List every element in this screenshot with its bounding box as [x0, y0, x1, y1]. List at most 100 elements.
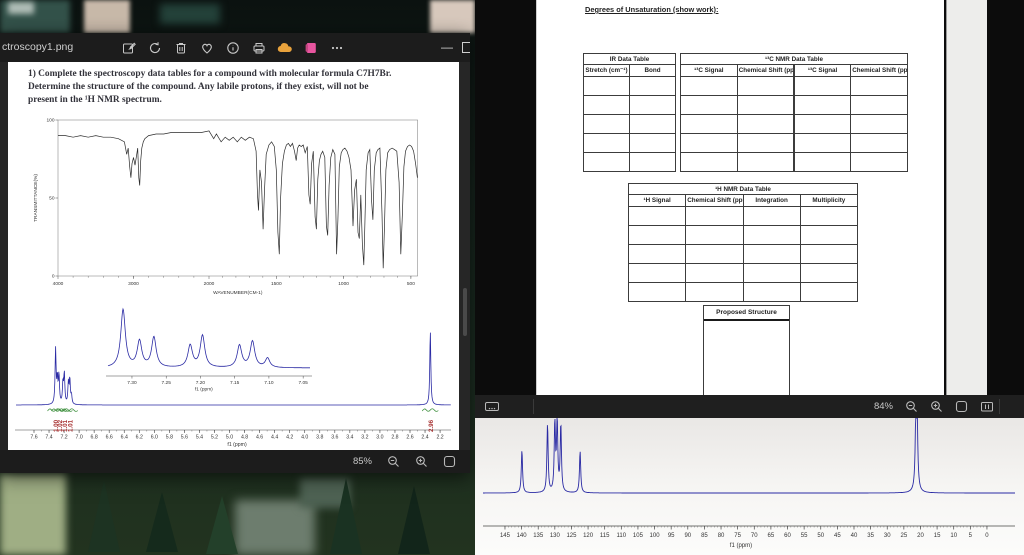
rotate-button[interactable]: [144, 36, 166, 60]
table-cell: [800, 264, 857, 283]
info-button[interactable]: [222, 36, 244, 60]
edit-image-button[interactable]: [118, 36, 140, 60]
axis-label: 7.25: [162, 380, 172, 386]
table-cell: [737, 77, 794, 96]
table-cell: [794, 134, 851, 153]
axis-label: 130: [550, 533, 561, 539]
axis-label: 7.30: [127, 380, 137, 386]
column-header: Integration: [743, 195, 800, 207]
table-cell: [686, 264, 743, 283]
axis-label: 6.8: [91, 435, 98, 441]
zoom-out-button[interactable]: [905, 400, 918, 413]
table-cell: [743, 226, 800, 245]
table-cell: [681, 77, 738, 96]
axis-label: 5.2: [211, 435, 218, 441]
delete-button[interactable]: [170, 36, 192, 60]
maximize-button[interactable]: [462, 42, 470, 53]
photos-app-window: ctroscopy1.png — 1) Complete the spectro…: [0, 33, 470, 473]
axis-label: 6.6: [106, 435, 113, 441]
maximize-icon: [462, 42, 470, 53]
favorite-button[interactable]: [196, 36, 218, 60]
albums-button[interactable]: [300, 36, 322, 60]
onedrive-button[interactable]: [274, 36, 296, 60]
table-cell: [630, 77, 676, 96]
proposed-structure-box: Proposed Structure: [703, 305, 790, 397]
scrollbar-thumb[interactable]: [463, 288, 467, 336]
pages-panel-button[interactable]: [484, 400, 500, 414]
column-header: ¹³C Signal: [681, 65, 738, 77]
scrollbar[interactable]: [463, 62, 468, 450]
minimize-button[interactable]: —: [436, 33, 458, 62]
table-cell: [800, 245, 857, 264]
table-cell: [686, 245, 743, 264]
zoom-in-button[interactable]: [415, 455, 428, 468]
table-cell: [686, 283, 743, 302]
table-title: ¹H NMR Data Table: [629, 184, 858, 195]
trash-icon: [174, 41, 188, 55]
axis-label: 85: [701, 533, 708, 539]
axis-label: 35: [867, 533, 874, 539]
tree-shape: [88, 480, 120, 552]
h1-x-axis: 7.67.47.27.06.86.66.46.26.05.85.65.45.25…: [15, 430, 451, 441]
table-cell: [851, 115, 908, 134]
table-cell: [629, 226, 686, 245]
albums-icon: [304, 41, 318, 55]
ir-data-table: IR Data TableStretch (cm⁻¹)Bond: [583, 53, 676, 172]
print-button[interactable]: [248, 36, 270, 60]
axis-label: 15: [934, 533, 941, 539]
axis-label: 2000: [204, 281, 215, 287]
axis-label: 100: [46, 118, 54, 124]
degrees-of-unsaturation-heading: Degrees of Unsaturation (show work):: [585, 5, 718, 14]
tree-shape: [146, 492, 178, 552]
problem-line: Determine the structure of the compound.…: [28, 81, 440, 94]
photo-image: 1) Complete the spectroscopy data tables…: [8, 62, 459, 450]
table-cell: [584, 134, 630, 153]
table-cell: [737, 96, 794, 115]
table-cell: [681, 96, 738, 115]
ir-x-axis: 40003000200015001000500: [53, 276, 416, 287]
h1-inset-curve: [108, 309, 310, 368]
axis-label: WAVENUMBER(CM-1): [213, 290, 263, 296]
axis-label: 120: [583, 533, 594, 539]
table-cell: [800, 207, 857, 226]
problem-statement: 1) Complete the spectroscopy data tables…: [28, 68, 440, 106]
pages-panel-icon: [484, 400, 500, 414]
ellipsis-icon: [330, 41, 344, 55]
axis-label: 2.2: [436, 435, 443, 441]
wallpaper-patch: [160, 4, 220, 24]
axis-label: 2.6: [406, 435, 413, 441]
column-header: Stretch (cm⁻¹): [584, 65, 630, 77]
axis-label: 500: [407, 281, 415, 287]
integral-mark: [422, 409, 438, 412]
axis-label: f1 (ppm): [227, 442, 247, 448]
axis-label: 2.4: [421, 435, 428, 441]
axis-label: 5.4: [196, 435, 203, 441]
see-more-button[interactable]: [326, 36, 348, 60]
axis-label: 75: [734, 533, 741, 539]
axis-label: 10: [950, 533, 957, 539]
zoom-out-icon: [387, 455, 400, 468]
column-header: ¹H Signal: [629, 195, 686, 207]
table-cell: [794, 153, 851, 172]
column-header: Bond: [630, 65, 676, 77]
column-header: Chemical Shift (ppm): [686, 195, 743, 207]
column-header: Chemical Shift (ppm): [851, 65, 908, 77]
fit-page-button[interactable]: [955, 400, 968, 413]
wallpaper-patch: [84, 0, 130, 33]
desktop-wallpaper: ctroscopy1.png — 1) Complete the spectro…: [0, 0, 1024, 555]
axis-label: 145: [500, 533, 511, 539]
axis-label: 7.6: [30, 435, 37, 441]
column-header: ¹³C Signal: [794, 65, 851, 77]
ir-spectrum-chart: 10050040003000200015001000500WAVENUMBER(…: [26, 108, 450, 303]
fit-to-window-button[interactable]: [443, 455, 456, 468]
worksheet-page: Degrees of Unsaturation (show work): IR …: [537, 0, 944, 395]
two-page-view-button[interactable]: [980, 400, 994, 413]
zoom-out-button[interactable]: [387, 455, 400, 468]
zoom-in-button[interactable]: [930, 400, 943, 413]
axis-label: 1000: [338, 281, 349, 287]
table-cell: [681, 115, 738, 134]
table-cell: [629, 283, 686, 302]
table-cell: [584, 96, 630, 115]
axis-label: 7.20: [196, 380, 206, 386]
axis-label: 100: [650, 533, 661, 539]
